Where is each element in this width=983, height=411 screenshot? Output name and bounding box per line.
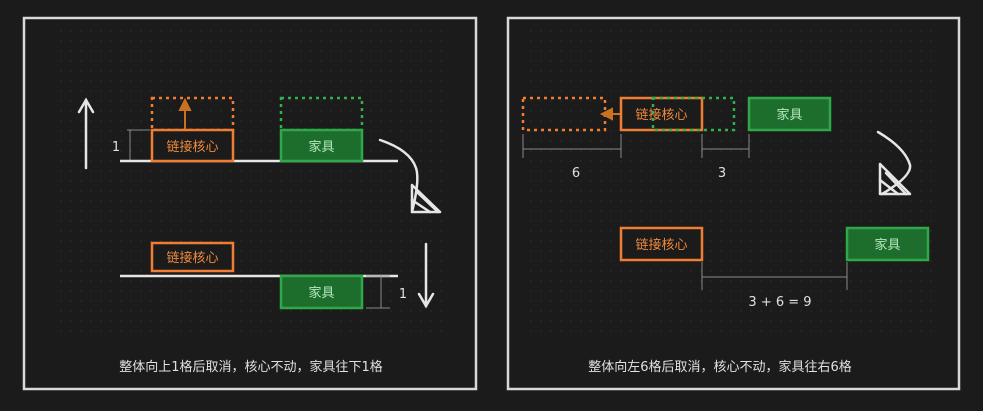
dot-grid bbox=[54, 28, 446, 338]
furniture-label-top: 家具 bbox=[308, 139, 334, 155]
panel-horizontal-shift: 链接核心 家具 6 3 链接核心 家具 3 + 6 = 9 整体向左6格后取消，… bbox=[506, 16, 961, 391]
furniture-label-bottom: 家具 bbox=[308, 285, 334, 301]
sum-label: 3 + 6 = 9 bbox=[748, 295, 811, 310]
caption-left: 整体向上1格后取消，核心不动，家具往下1格 bbox=[119, 359, 383, 375]
dot-grid bbox=[528, 28, 940, 338]
core-label-bottom: 链接核心 bbox=[166, 250, 218, 266]
diagram-canvas: 1 链接核心 家具 链接核心 家具 1 整体向上1格后取消，核心不动，家具往下1… bbox=[22, 16, 961, 391]
shift-right-label: 3 bbox=[718, 166, 726, 181]
up-offset-label: 1 bbox=[112, 140, 120, 155]
caption-right: 整体向左6格后取消，核心不动，家具往右6格 bbox=[588, 359, 852, 375]
down-offset-label: 1 bbox=[399, 287, 407, 302]
furniture-label-top: 家具 bbox=[776, 107, 802, 123]
core-label-bottom: 链接核心 bbox=[635, 237, 687, 253]
furniture-label-bottom: 家具 bbox=[874, 237, 900, 253]
shift-left-label: 6 bbox=[572, 166, 580, 181]
core-label-top: 链接核心 bbox=[166, 139, 218, 155]
panel-vertical-shift: 1 链接核心 家具 链接核心 家具 1 整体向上1格后取消，核心不动，家具往下1… bbox=[22, 16, 478, 391]
core-label-top: 链接核心 bbox=[635, 107, 687, 123]
